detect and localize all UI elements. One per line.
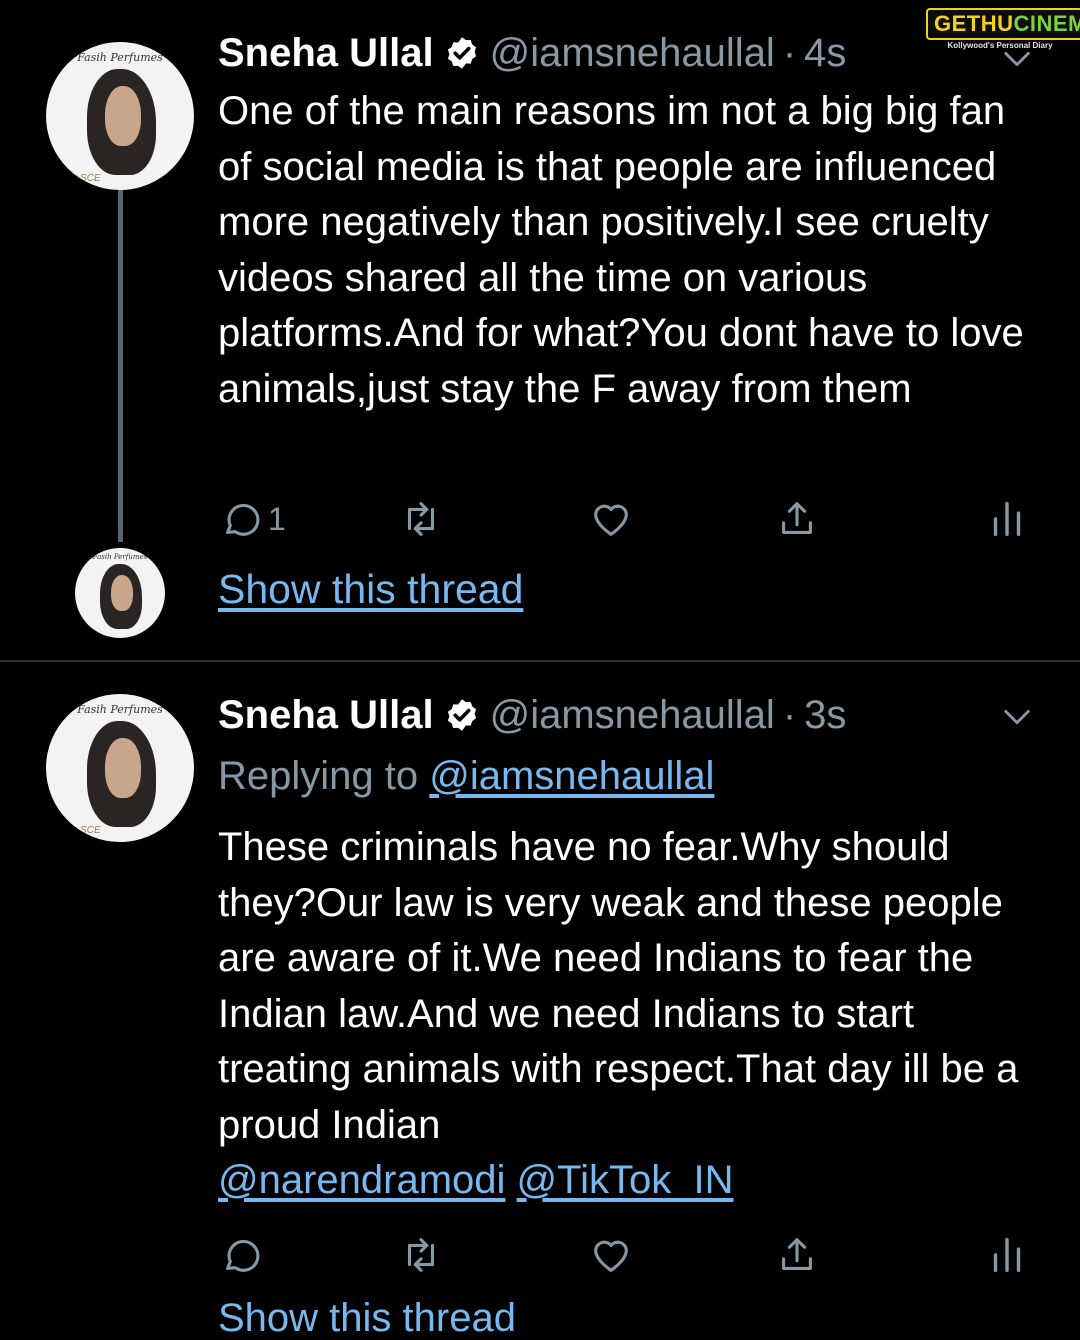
avatar-brand: Fasih Perfumes bbox=[46, 51, 194, 64]
retweet-icon bbox=[398, 496, 444, 542]
tweet-actions bbox=[218, 1230, 1028, 1280]
verified-icon bbox=[444, 35, 480, 71]
reply-button[interactable] bbox=[218, 1230, 268, 1280]
separator-dot: · bbox=[783, 31, 796, 76]
avatar[interactable]: Fasih Perfumes your SCE bbox=[46, 694, 194, 842]
reply-icon bbox=[218, 496, 264, 542]
analytics-button[interactable] bbox=[984, 1230, 1030, 1280]
verified-icon bbox=[444, 697, 480, 733]
avatar-brand: Fasih Perfumes bbox=[75, 553, 165, 561]
separator-dot: · bbox=[783, 693, 796, 738]
analytics-button[interactable] bbox=[984, 494, 1030, 544]
avatar-seal: your SCE bbox=[58, 173, 101, 184]
avatar[interactable]: Fasih Perfumes your SCE bbox=[46, 42, 194, 190]
show-thread-link[interactable]: Show this thread bbox=[218, 566, 523, 613]
thread-line bbox=[118, 190, 123, 542]
thread-avatar[interactable]: Fasih Perfumes bbox=[75, 548, 165, 638]
like-icon bbox=[588, 1232, 634, 1278]
avatar-face bbox=[111, 575, 133, 611]
user-handle[interactable]: @iamsnehaullal bbox=[490, 693, 775, 738]
replying-prefix: Replying to bbox=[218, 754, 418, 798]
timestamp[interactable]: 3s bbox=[804, 693, 846, 738]
display-name[interactable]: Sneha Ullal bbox=[218, 31, 434, 76]
analytics-icon bbox=[984, 1232, 1030, 1278]
replying-to: Replying to @iamsnehaullal bbox=[218, 752, 1040, 800]
like-button[interactable] bbox=[588, 494, 634, 544]
share-button[interactable] bbox=[774, 1230, 820, 1280]
retweet-button[interactable] bbox=[398, 1230, 444, 1280]
like-icon bbox=[588, 496, 634, 542]
avatar-seal: your SCE bbox=[58, 825, 101, 836]
display-name[interactable]: Sneha Ullal bbox=[218, 693, 434, 738]
retweet-button[interactable] bbox=[398, 494, 444, 544]
user-handle[interactable]: @iamsnehaullal bbox=[490, 31, 775, 76]
share-button[interactable] bbox=[774, 494, 820, 544]
tweet-text: These criminals have no fear.Why should … bbox=[218, 825, 1018, 1147]
tweet-text: One of the main reasons im not a big big… bbox=[218, 84, 1040, 417]
share-icon bbox=[774, 1232, 820, 1278]
retweet-icon bbox=[398, 1232, 444, 1278]
mention-link[interactable]: @TikTok_IN bbox=[517, 1158, 734, 1202]
tweet-divider bbox=[0, 660, 1080, 662]
chevron-down-icon[interactable] bbox=[1000, 700, 1034, 734]
tweet-header: Sneha Ullal @iamsnehaullal · 3s bbox=[218, 690, 1040, 740]
tweet-text-container: These criminals have no fear.Why should … bbox=[218, 820, 1040, 1209]
tweet-actions: 1 bbox=[218, 494, 1028, 544]
chevron-down-icon[interactable] bbox=[1000, 42, 1034, 76]
tweet-header: Sneha Ullal @iamsnehaullal · 4s bbox=[218, 28, 1040, 78]
timestamp[interactable]: 4s bbox=[804, 31, 846, 76]
avatar-brand: Fasih Perfumes bbox=[46, 703, 194, 716]
replying-to-link[interactable]: @iamsnehaullal bbox=[429, 754, 714, 798]
mention-link[interactable]: @narendramodi bbox=[218, 1158, 505, 1202]
avatar-face bbox=[105, 738, 141, 797]
share-icon bbox=[774, 496, 820, 542]
avatar-face bbox=[105, 86, 141, 145]
tweet-1[interactable]: Sneha Ullal @iamsnehaullal · 4s One of t… bbox=[218, 28, 1040, 417]
tweet-2[interactable]: Sneha Ullal @iamsnehaullal · 3s Replying… bbox=[218, 690, 1040, 1209]
show-thread-link-partial[interactable]: Show this thread bbox=[218, 1298, 516, 1338]
reply-count: 1 bbox=[268, 501, 286, 538]
reply-button[interactable]: 1 bbox=[218, 494, 286, 544]
analytics-icon bbox=[984, 496, 1030, 542]
reply-icon bbox=[218, 1232, 264, 1278]
like-button[interactable] bbox=[588, 1230, 634, 1280]
